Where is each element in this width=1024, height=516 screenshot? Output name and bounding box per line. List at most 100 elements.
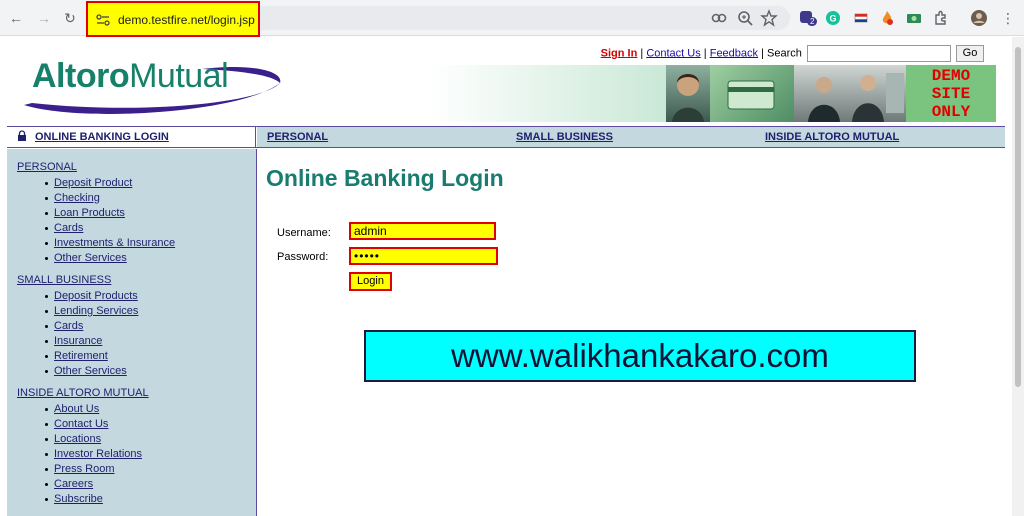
arrow-right-icon[interactable]: → <box>34 8 54 28</box>
url-text[interactable]: demo.testfire.net/login.jsp <box>118 13 255 27</box>
list-item: Checking <box>45 191 256 206</box>
list-item: Other Services <box>45 251 256 266</box>
sidebar-link[interactable]: Checking <box>54 192 100 204</box>
sidebar-link[interactable]: Loan Products <box>54 207 125 219</box>
demo-line-3: ONLY <box>931 103 971 121</box>
list-item: Deposit Product <box>45 176 256 191</box>
profile-avatar-icon[interactable] <box>970 9 988 27</box>
sidebar-link[interactable]: Deposit Products <box>54 290 138 302</box>
sidebar-link[interactable]: Other Services <box>54 365 127 377</box>
page-scrollbar[interactable] <box>1012 37 1024 516</box>
bookmark-star-icon[interactable] <box>760 9 778 27</box>
logo-wordmark: AltoroMutual <box>32 57 229 96</box>
demo-line-2: SITE <box>931 85 971 103</box>
zoom-icon[interactable] <box>736 9 754 27</box>
sidebar-section-personal[interactable]: PERSONAL <box>17 161 256 173</box>
list-item: Press Room <box>45 462 256 477</box>
banner-gradient <box>430 65 670 122</box>
header-links: Sign In | Contact Us | Feedback | Search… <box>601 45 984 62</box>
sidebar-link[interactable]: Cards <box>54 222 83 234</box>
sidebar-link[interactable]: Subscribe <box>54 493 103 505</box>
main-content: Online Banking Login Username: admin Pas… <box>266 149 1006 516</box>
list-item: Loan Products <box>45 206 256 221</box>
sidebar-link[interactable]: Deposit Product <box>54 177 132 189</box>
demo-line-1: DEMO <box>931 67 971 85</box>
sidebar: PERSONAL Deposit Product Checking Loan P… <box>7 149 257 516</box>
demo-site-badge: DEMO SITE ONLY <box>906 65 996 122</box>
money-extension-icon[interactable] <box>905 9 923 27</box>
login-button[interactable]: Login <box>349 272 392 291</box>
grammarly-icon[interactable]: G <box>824 9 842 27</box>
sidebar-section-small-business[interactable]: SMALL BUSINESS <box>17 274 256 286</box>
lock-icon <box>18 130 26 141</box>
list-item: Retirement <box>45 349 256 364</box>
sidebar-link[interactable]: Investor Relations <box>54 448 142 460</box>
more-menu-icon[interactable]: ⋮ <box>998 8 1018 28</box>
sidebar-link[interactable]: Contact Us <box>54 418 108 430</box>
list-item: Contact Us <box>45 417 256 432</box>
list-item: Subscribe <box>45 492 256 507</box>
logo-brand-mutual: Mutual <box>129 57 229 95</box>
nav-personal[interactable]: PERSONAL <box>257 127 507 147</box>
list-item: Investments & Insurance <box>45 236 256 251</box>
sidebar-link[interactable]: Careers <box>54 478 93 490</box>
sidebar-section-inside-altoro[interactable]: INSIDE ALTORO MUTUAL <box>17 387 256 399</box>
list-item: About Us <box>45 402 256 417</box>
flag-extension-icon[interactable] <box>852 9 870 27</box>
username-field[interactable]: admin <box>349 222 496 240</box>
go-button[interactable]: Go <box>956 45 984 62</box>
sidebar-link[interactable]: Insurance <box>54 335 102 347</box>
sidebar-link[interactable]: Cards <box>54 320 83 332</box>
site-info-icon[interactable] <box>96 14 110 26</box>
separator: | <box>761 47 764 60</box>
sidebar-link[interactable]: Lending Services <box>54 305 138 317</box>
list-item: Locations <box>45 432 256 447</box>
watermark-banner: www.walikhankakaro.com <box>364 330 916 382</box>
page-content: Sign In | Contact Us | Feedback | Search… <box>0 37 1012 516</box>
main-navbar: ONLINE BANKING LOGIN PERSONAL SMALL BUSI… <box>7 126 1005 148</box>
nav-inside-altoro[interactable]: INSIDE ALTORO MUTUAL <box>755 127 1005 147</box>
password-label: Password: <box>277 251 329 263</box>
scrollbar-thumb[interactable] <box>1015 47 1021 387</box>
sidebar-list-personal: Deposit Product Checking Loan Products C… <box>45 176 256 266</box>
separator: | <box>703 47 707 60</box>
list-item: Other Services <box>45 364 256 379</box>
nav-small-business[interactable]: SMALL BUSINESS <box>506 127 756 147</box>
nav-login-label[interactable]: ONLINE BANKING LOGIN <box>35 131 169 143</box>
sidebar-list-inside-altoro: About Us Contact Us Locations Investor R… <box>45 402 256 507</box>
altoro-mutual-logo[interactable]: AltoroMutual <box>22 53 284 117</box>
list-item: Cards <box>45 221 256 236</box>
nav-online-banking-login[interactable]: ONLINE BANKING LOGIN <box>7 127 256 147</box>
contact-us-link[interactable]: Contact Us <box>646 47 700 59</box>
header-banner: DEMO SITE ONLY <box>430 65 996 122</box>
sidebar-link[interactable]: About Us <box>54 403 99 415</box>
sidebar-link[interactable]: Locations <box>54 433 101 445</box>
list-item: Investor Relations <box>45 447 256 462</box>
page-title: Online Banking Login <box>266 165 504 191</box>
sidebar-link[interactable]: Retirement <box>54 350 108 362</box>
password-field[interactable]: ••••• <box>349 247 498 265</box>
sidebar-link[interactable]: Press Room <box>54 463 115 475</box>
search-input[interactable] <box>806 45 951 62</box>
username-label: Username: <box>277 227 331 239</box>
banner-photo-card <box>710 65 794 122</box>
feedback-link[interactable]: Feedback <box>710 47 758 59</box>
list-item: Lending Services <box>45 304 256 319</box>
fire-extension-icon[interactable] <box>878 9 896 27</box>
reload-icon[interactable]: ↻ <box>60 8 80 28</box>
address-bar[interactable]: demo.testfire.net/login.jsp <box>86 1 260 37</box>
search-label: Search <box>767 47 802 60</box>
banner-photo-woman <box>666 65 710 122</box>
extensions-puzzle-icon[interactable] <box>932 9 950 27</box>
extension-puzzle-badge-icon[interactable]: 2 <box>798 9 818 27</box>
sidebar-link[interactable]: Investments & Insurance <box>54 237 175 249</box>
sidebar-link[interactable]: Other Services <box>54 252 127 264</box>
banner-photo-business <box>794 65 906 122</box>
svg-text:G: G <box>829 14 836 24</box>
separator: | <box>640 47 644 60</box>
key-icon[interactable] <box>710 9 728 27</box>
sign-in-link[interactable]: Sign In <box>601 47 638 59</box>
arrow-left-icon[interactable]: ← <box>6 8 26 28</box>
sidebar-list-small-business: Deposit Products Lending Services Cards … <box>45 289 256 379</box>
list-item: Deposit Products <box>45 289 256 304</box>
